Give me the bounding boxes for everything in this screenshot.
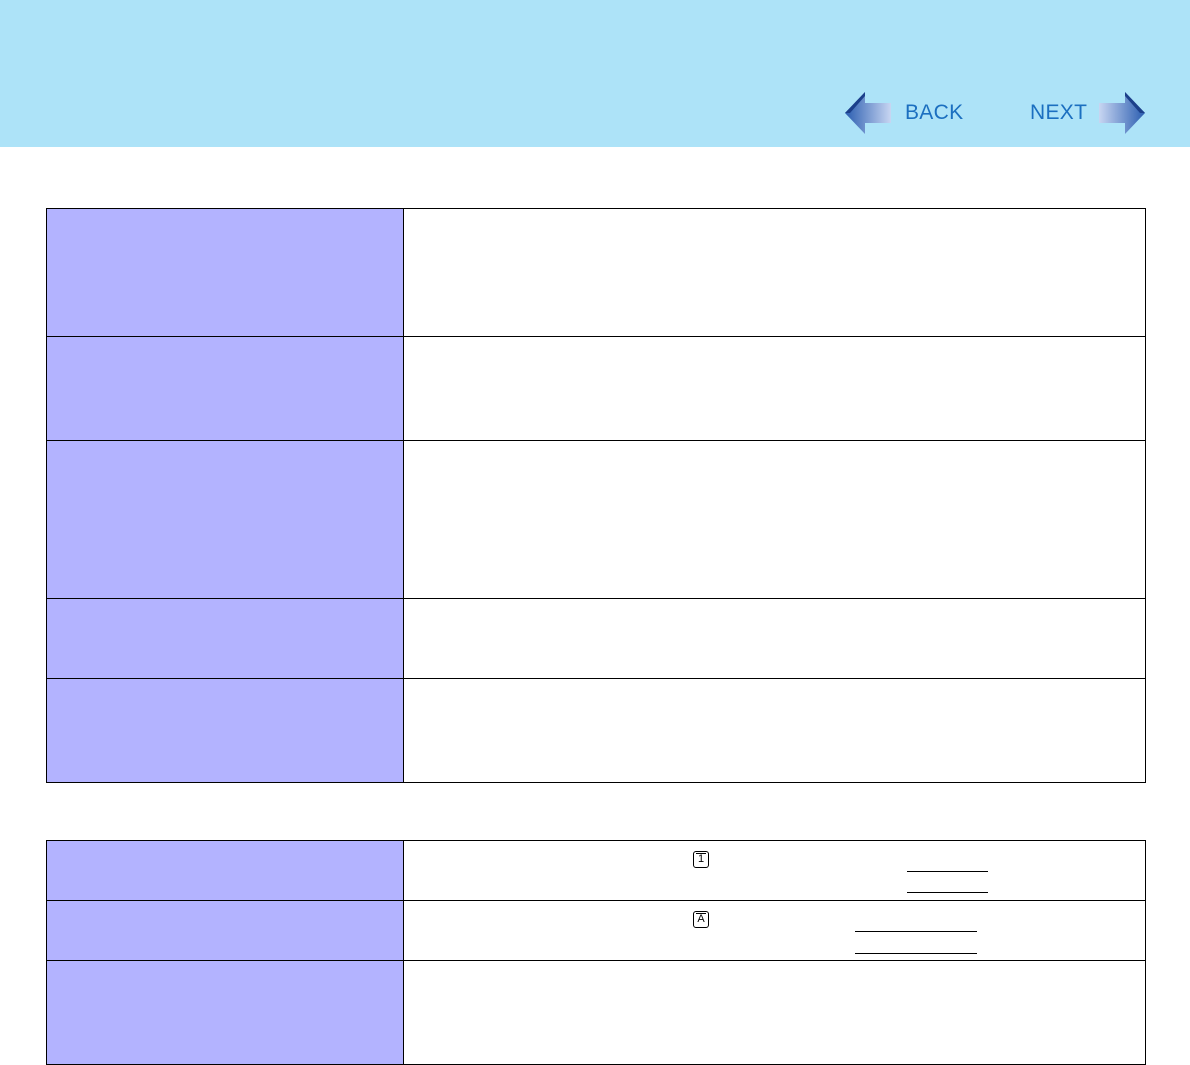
table-row: A: [46, 900, 1146, 961]
value-cell: [403, 960, 1146, 1065]
label-cell: [46, 678, 404, 783]
table-row: [46, 678, 1146, 783]
table-row: [46, 208, 1146, 337]
value-cell: [403, 598, 1146, 679]
underline: [855, 953, 977, 954]
spec-table-1: [46, 208, 1146, 783]
table-row: 1: [46, 840, 1146, 901]
table-row: [46, 336, 1146, 441]
value-cell: [403, 678, 1146, 783]
table-row: [46, 960, 1146, 1065]
value-cell: 1: [403, 840, 1146, 901]
value-cell: [403, 440, 1146, 599]
label-cell: [46, 440, 404, 599]
next-arrow-icon: [1099, 92, 1146, 134]
underline: [907, 871, 988, 872]
value-cell: [403, 336, 1146, 441]
next-label: NEXT: [1030, 101, 1088, 124]
value-cell: A: [403, 900, 1146, 961]
label-cell: [46, 336, 404, 441]
underline: [907, 892, 988, 893]
label-cell: [46, 840, 404, 901]
back-button[interactable]: BACK: [843, 88, 963, 138]
numlock-key-icon: 1: [693, 851, 709, 868]
spec-table-2: 1 A: [46, 840, 1146, 1065]
label-cell: [46, 960, 404, 1065]
header-bar: BACK NEXT: [0, 0, 1190, 147]
label-cell: [46, 900, 404, 961]
back-label: BACK: [905, 101, 964, 124]
label-cell: [46, 598, 404, 679]
table-row: [46, 440, 1146, 599]
back-arrow-icon: [845, 92, 891, 134]
label-cell: [46, 208, 404, 337]
next-button[interactable]: NEXT: [1030, 88, 1147, 138]
table-row: [46, 598, 1146, 679]
underline: [855, 931, 977, 932]
value-cell: [403, 208, 1146, 337]
capslock-key-icon: A: [693, 911, 709, 928]
